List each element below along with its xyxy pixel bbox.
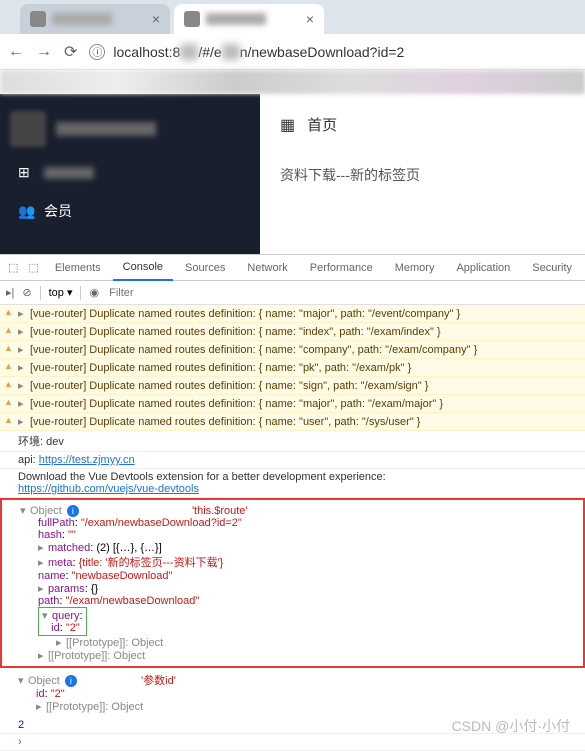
app-sidebar: ⊞ 👥 会员 [0,94,260,254]
url-blurred: xx [222,44,240,60]
breadcrumb-home[interactable]: 首页 [307,114,337,135]
bookmark-bar [0,70,585,94]
expand-icon[interactable]: ▾ [20,504,30,517]
url-bar[interactable]: ⓘ localhost:8xx/#/exxn/newbaseDownload?i… [89,44,577,60]
expand-icon[interactable]: ▸ [38,649,48,662]
info-badge-icon[interactable]: i [67,505,79,517]
url-text-3: n/newbaseDownload?id=2 [240,44,405,60]
url-text-1: localhost:8 [113,44,180,60]
users-icon: 👥 [18,203,34,220]
clear-console-icon[interactable]: ⊘ [22,286,31,299]
tab-network[interactable]: Network [237,256,297,280]
sidebar-item-member[interactable]: 👥 会员 [10,191,250,231]
tab-elements[interactable]: Elements [45,256,111,280]
console-warning: ▸[vue-router] Duplicate named routes def… [0,359,585,377]
tab-title-blurred [206,13,266,25]
query-highlight-box: ▾query: id: "2" [38,607,87,636]
context-selector[interactable]: top ▾ [49,286,73,299]
console-warning: ▸[vue-router] Duplicate named routes def… [0,413,585,431]
api-link[interactable]: https://test.zjmyy.cn [39,454,135,466]
eye-icon[interactable]: ◉ [89,286,99,299]
console-warning: ▸[vue-router] Duplicate named routes def… [0,341,585,359]
url-text-2: /#/e [198,44,221,60]
console-toolbar: ▸| ⊘ top ▾ ◉ [0,281,585,305]
tab-application[interactable]: Application [446,256,520,280]
console-warning: ▸[vue-router] Duplicate named routes def… [0,305,585,323]
tab-title-blurred [52,13,112,25]
sidebar-toggle-icon[interactable]: ▸| [6,286,14,299]
device-icon[interactable]: ⬚ [24,261,42,274]
page-subtitle: 资料下载---新的标签页 [280,165,565,185]
tab-performance[interactable]: Performance [300,256,383,280]
separator [40,286,41,300]
browser-tab-1[interactable]: × [20,4,170,34]
back-icon[interactable]: ← [8,43,24,61]
forward-icon[interactable]: → [36,43,52,61]
sidebar-label-blurred [44,167,94,179]
tab-sources[interactable]: Sources [175,256,235,280]
console-log: api: https://test.zjmyy.cn [0,452,585,469]
devtools-link[interactable]: https://github.com/vuejs/vue-devtools [18,483,199,495]
sidebar-header [10,104,250,154]
tab-console[interactable]: Console [113,255,173,281]
console-warning: ▸[vue-router] Duplicate named routes def… [0,395,585,413]
tab-memory[interactable]: Memory [385,256,445,280]
site-info-icon[interactable]: ⓘ [89,44,105,60]
console-log: Download the Vue Devtools extension for … [0,469,585,498]
browser-nav-bar: ← → ⟳ ⓘ localhost:8xx/#/exxn/newbaseDown… [0,34,585,70]
console-object-params: ▾Object i '参数id' id: "2" ▸[[Prototype]]:… [0,668,585,717]
expand-icon[interactable]: ▸ [38,541,48,554]
sidebar-item-label: 会员 [44,201,72,221]
console-warning: ▸[vue-router] Duplicate named routes def… [0,377,585,395]
tab-favicon [30,11,46,27]
tab-favicon [184,11,200,27]
watermark: CSDN @小付·小付 [452,716,570,736]
filter-input[interactable] [107,285,207,301]
console-warning: ▸[vue-router] Duplicate named routes def… [0,323,585,341]
info-badge-icon[interactable]: i [65,675,77,687]
console-prompt[interactable]: › [0,734,585,751]
dashboard-icon: ⊞ [18,164,34,181]
devtools-tabs: ⬚ ⬚ Elements Console Sources Network Per… [0,255,585,281]
console-object-route: ▾Object i 'this.$route' fullPath: "/exam… [0,498,585,668]
expand-icon[interactable]: ▸ [38,556,48,569]
expand-icon[interactable]: ▸ [56,636,66,649]
grid-icon: ▦ [280,115,295,135]
console-log: 环境: dev [0,431,585,452]
sidebar-item-blurred[interactable]: ⊞ [10,154,250,191]
close-icon[interactable]: × [152,11,160,27]
app-area: ⊞ 👥 会员 ▦ 首页 资料下载---新的标签页 [0,94,585,254]
expand-icon[interactable]: ▾ [42,609,52,622]
expand-icon[interactable]: ▸ [36,700,46,713]
browser-tab-2[interactable]: × [174,4,324,34]
tab-security[interactable]: Security [522,256,582,280]
devtools-panel: ⬚ ⬚ Elements Console Sources Network Per… [0,254,585,751]
reload-icon[interactable]: ⟳ [64,42,77,62]
sidebar-title-blurred [56,122,156,136]
sidebar-logo [10,111,46,147]
url-blurred: xx [180,44,198,60]
console-body: ▸[vue-router] Duplicate named routes def… [0,305,585,751]
breadcrumb: ▦ 首页 [280,114,565,135]
main-content: ▦ 首页 资料下载---新的标签页 [260,94,585,254]
expand-icon[interactable]: ▾ [18,674,28,687]
inspect-icon[interactable]: ⬚ [4,261,22,274]
close-icon[interactable]: × [306,11,314,27]
separator [80,286,81,300]
browser-tabs-bar: × × [0,0,585,34]
expand-icon[interactable]: ▸ [38,582,48,595]
